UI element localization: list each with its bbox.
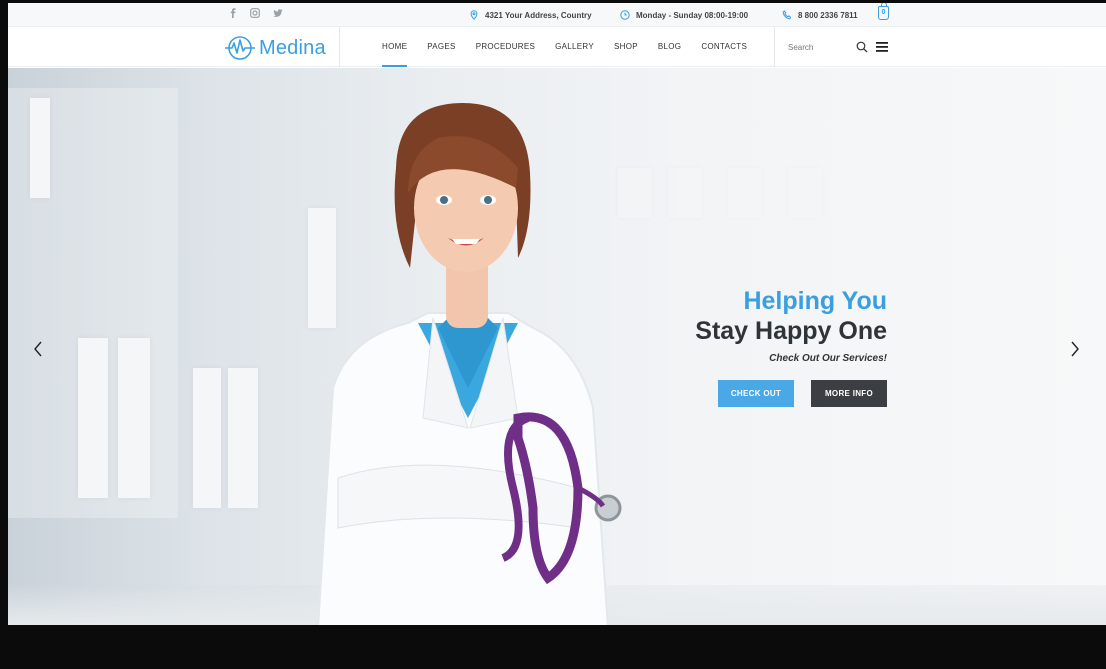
clock-icon xyxy=(620,10,630,20)
nav-pages[interactable]: PAGES xyxy=(427,27,455,67)
background-binder xyxy=(118,338,150,498)
hero-slider: Helping You Stay Happy One Check Out Our… xyxy=(8,68,1106,625)
instagram-icon[interactable] xyxy=(250,8,260,21)
nav-procedures[interactable]: PROCEDURES xyxy=(476,27,535,67)
header-divider xyxy=(339,27,340,67)
background-binder xyxy=(668,168,702,218)
background-binder xyxy=(788,168,822,218)
phone-info: 8 800 2336 7811 xyxy=(782,10,858,20)
site-logo[interactable]: Medina xyxy=(224,35,326,61)
top-info-bar: 4321 Your Address, Country Monday - Sund… xyxy=(8,3,1106,27)
hero-title-line2: Stay Happy One xyxy=(695,317,887,345)
doctor-photo xyxy=(317,103,622,625)
nav-gallery[interactable]: GALLERY xyxy=(555,27,594,67)
logo-text: Medina xyxy=(259,36,326,59)
more-info-button[interactable]: MORE INFO xyxy=(811,380,887,407)
site-header: Medina HOME PAGES PROCEDURES GALLERY SHO… xyxy=(8,27,1106,67)
shopping-bag-icon[interactable]: 0 xyxy=(878,3,889,20)
browser-viewport: 4321 Your Address, Country Monday - Sund… xyxy=(8,3,1106,625)
location-pin-icon xyxy=(470,10,478,20)
check-out-button[interactable]: CHECK OUT xyxy=(718,380,794,407)
nav-contacts[interactable]: CONTACTS xyxy=(701,27,747,67)
hero-buttons: CHECK OUT MORE INFO xyxy=(718,380,887,407)
search-icon[interactable] xyxy=(856,41,868,53)
address-text: 4321 Your Address, Country xyxy=(485,10,592,20)
background-binder xyxy=(193,368,221,508)
chevron-right-icon[interactable] xyxy=(1069,340,1081,358)
phone-text[interactable]: 8 800 2336 7811 xyxy=(798,11,858,20)
nav-blog[interactable]: BLOG xyxy=(658,27,681,67)
hero-caption: Helping You Stay Happy One Check Out Our… xyxy=(695,286,887,364)
hamburger-menu-icon[interactable] xyxy=(876,42,888,52)
nav-home[interactable]: HOME xyxy=(382,27,408,67)
nav-shop[interactable]: SHOP xyxy=(614,27,638,67)
hero-title-line1: Helping You xyxy=(743,287,887,315)
background-binder xyxy=(30,98,50,198)
background-binder xyxy=(728,168,762,218)
facebook-icon[interactable] xyxy=(228,8,238,21)
hours-info: Monday - Sunday 08:00-19:00 xyxy=(620,10,748,20)
hours-text: Monday - Sunday 08:00-19:00 xyxy=(636,10,749,20)
background-binder xyxy=(228,368,258,508)
main-navigation: HOME PAGES PROCEDURES GALLERY SHOP BLOG … xyxy=(382,27,767,67)
chevron-left-icon[interactable] xyxy=(32,340,44,358)
header-divider xyxy=(774,27,775,67)
address-info: 4321 Your Address, Country xyxy=(469,10,592,20)
twitter-icon[interactable] xyxy=(273,8,283,21)
hero-subtitle: Check Out Our Services! xyxy=(769,353,887,364)
phone-icon xyxy=(782,10,792,20)
heartbeat-logo-icon xyxy=(225,36,255,60)
search-input[interactable] xyxy=(788,43,848,52)
background-binder xyxy=(78,338,108,498)
